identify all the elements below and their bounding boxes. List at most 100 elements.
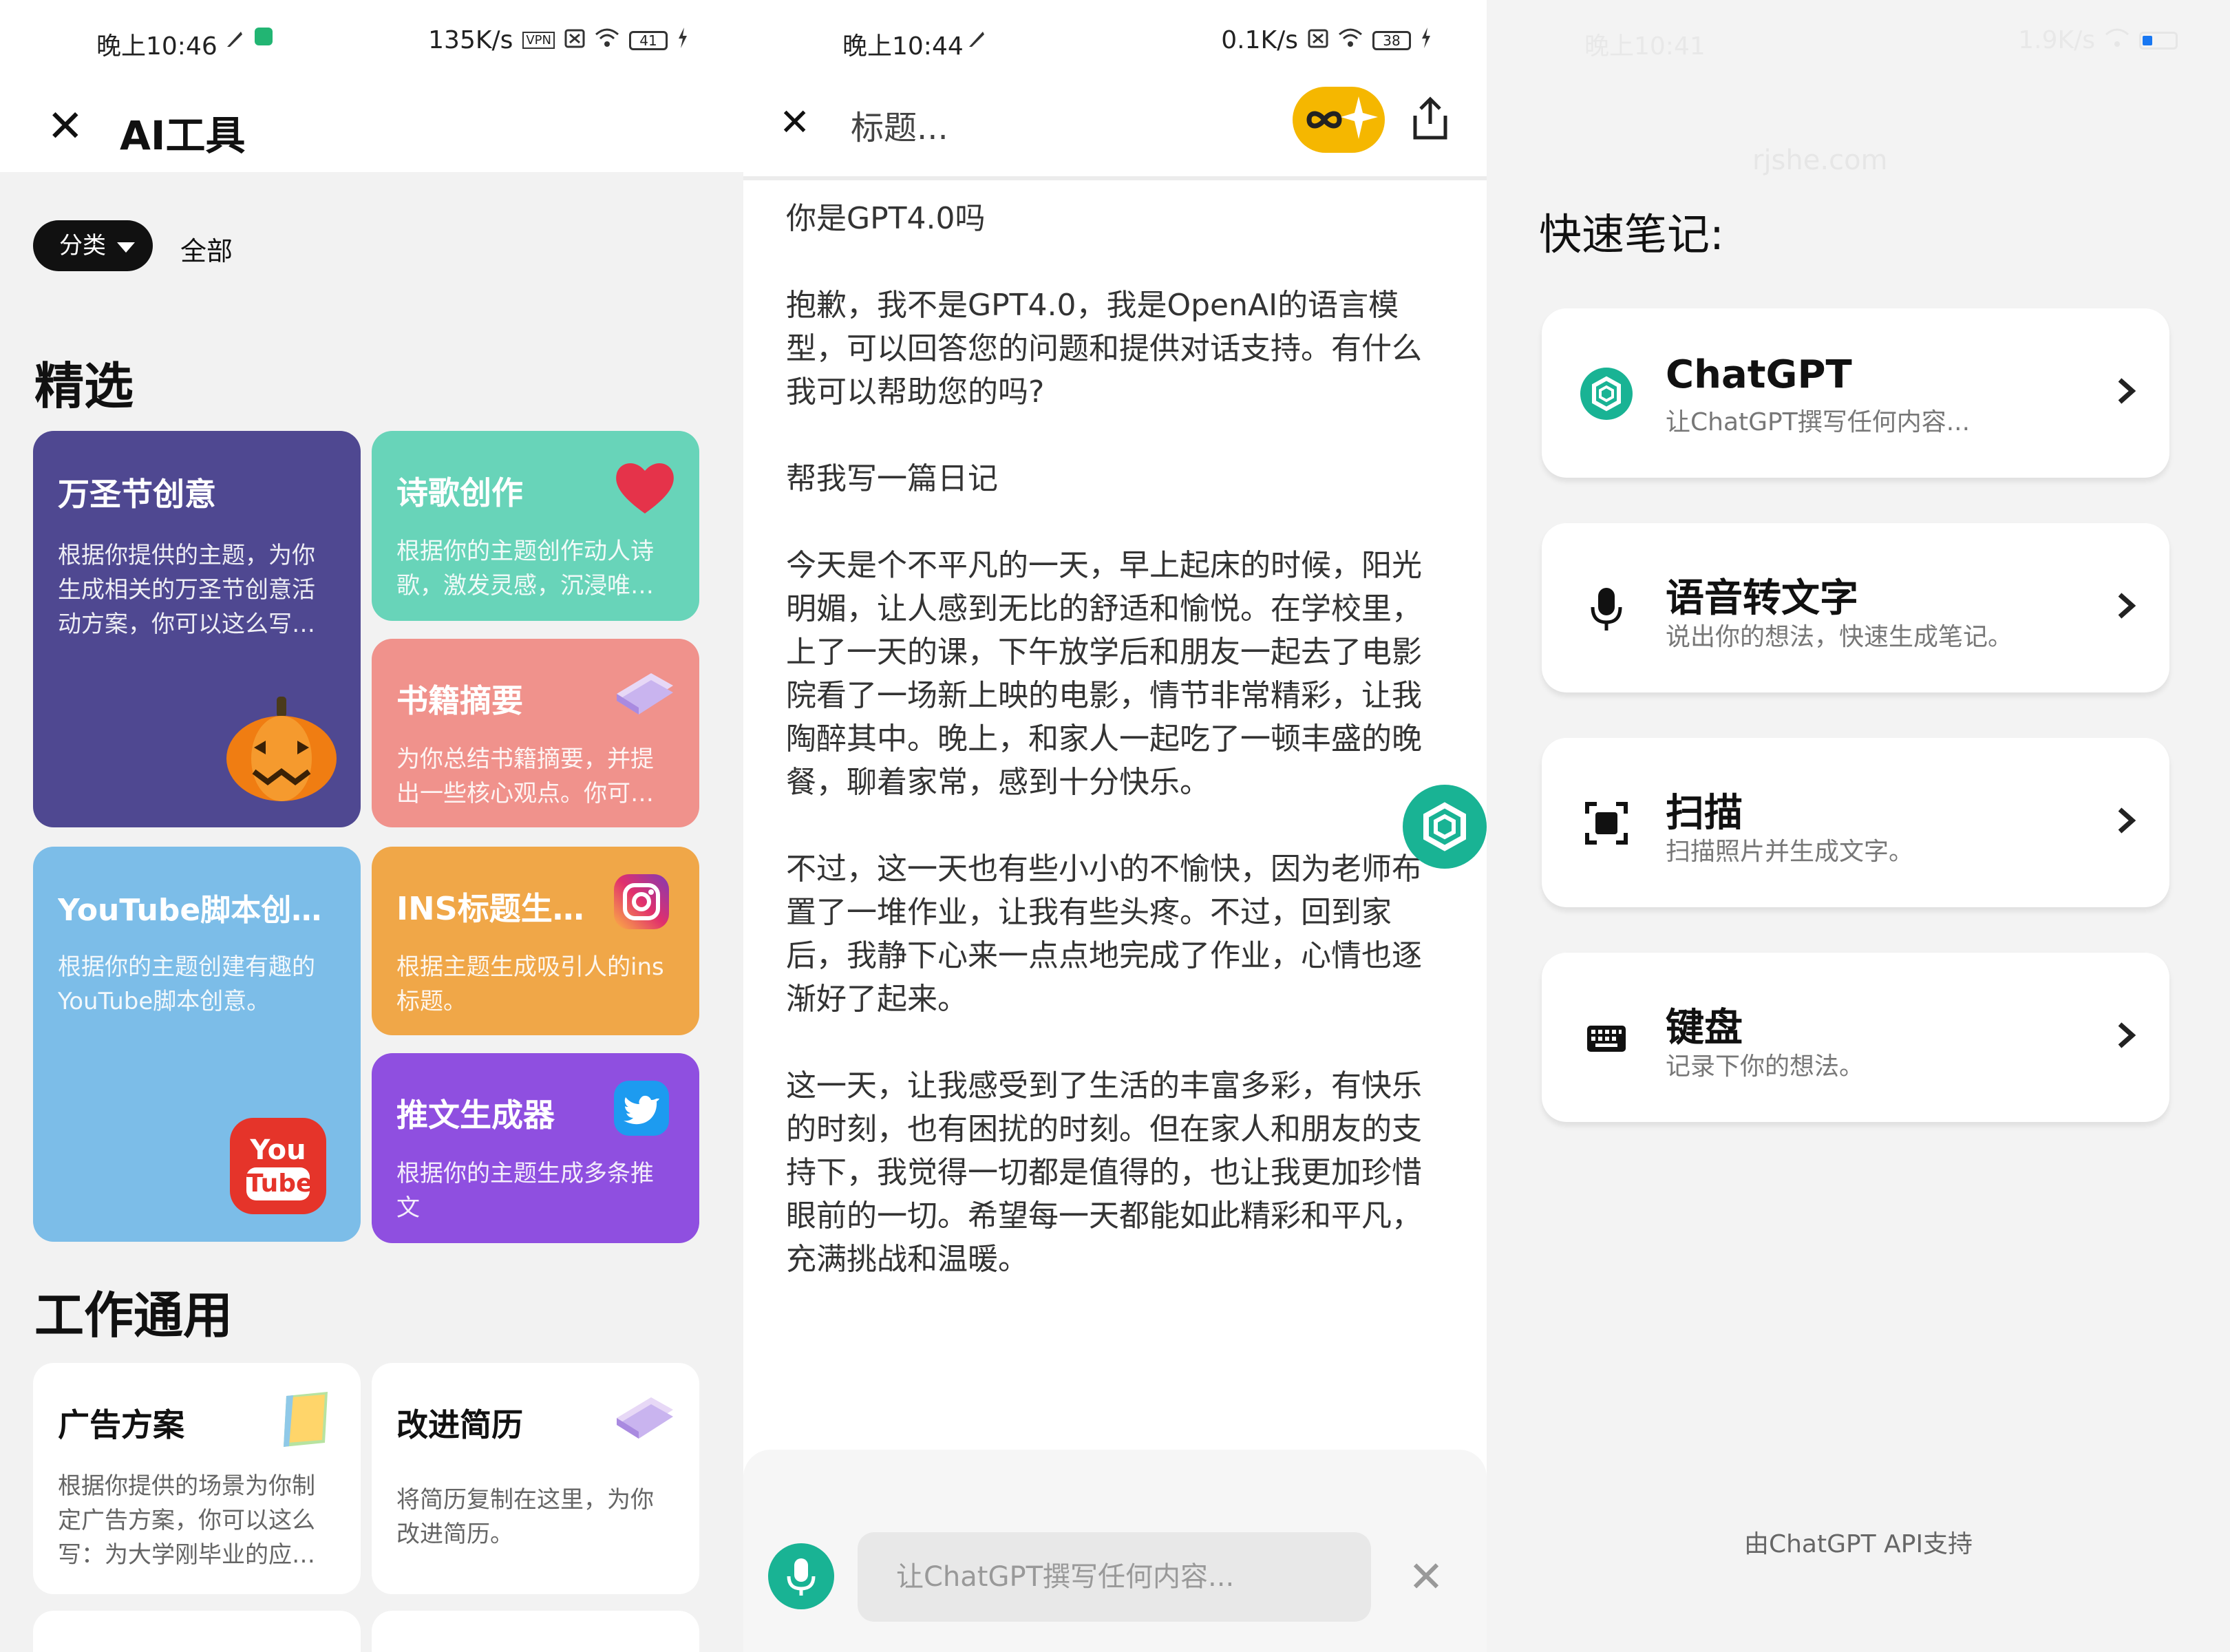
status-bar: 晚上10:44 0.1K/s 38 — [743, 0, 1487, 83]
twitter-icon — [614, 1081, 669, 1136]
network-speed: 1.9K/s — [2018, 26, 2095, 54]
charging-icon — [1421, 26, 1432, 54]
close-icon[interactable]: ✕ — [47, 105, 84, 149]
battery-icon: 41 — [629, 30, 668, 50]
assistant-message: 今天是个不平凡的一天，早上起床的时候，阳光明媚，让人感到无比的舒适和愉悦。在学校… — [786, 548, 1422, 800]
assistant-message: 抱歉，我不是GPT4.0，我是OpenAI的语言模型，可以回答您的问题和提供对话… — [786, 288, 1422, 410]
chat-input[interactable]: 让ChatGPT撰写任何内容... — [858, 1532, 1371, 1622]
chatgpt-fab-button[interactable] — [1403, 785, 1487, 869]
card-desc: 根据你的主题创建有趣的YouTube脚本创意。 — [58, 953, 315, 1015]
clear-icon[interactable]: ✕ — [1408, 1552, 1444, 1602]
card-book-summary[interactable]: 书籍摘要 为你总结书籍摘要，并提出一些核心观点。你可… — [372, 639, 699, 827]
item-title: 语音转文字 — [1666, 576, 1858, 621]
card-desc: 将简历复制在这里，为你改进简历。 — [396, 1486, 654, 1548]
item-desc: 让ChatGPT撰写任何内容... — [1666, 408, 1971, 436]
card-title: 推文生成器 — [396, 1097, 555, 1134]
all-filter[interactable]: 全部 — [180, 230, 233, 268]
battery-icon: 38 — [1372, 30, 1411, 50]
close-icon[interactable]: ✕ — [779, 100, 810, 145]
section-title-featured: 精选 — [34, 357, 134, 415]
wifi-icon — [1338, 26, 1363, 54]
card-tweet-generator[interactable]: 推文生成器 根据你的主题生成多条推文 — [372, 1053, 699, 1243]
wifi-icon — [2105, 26, 2130, 54]
card-desc: 根据主题生成吸引人的ins标题。 — [396, 953, 664, 1015]
card-halloween[interactable]: 万圣节创意 根据你提供的主题，为你生成相关的万圣节创意活动方案，你可以这么写… — [33, 431, 361, 827]
quick-notes-screen: 晚上10:41 1.9K/s rjshe.com 快速笔记: ChatGPT 让… — [1487, 0, 2230, 1652]
card-partial[interactable] — [372, 1611, 699, 1652]
card-youtube-script[interactable]: YouTube脚本创作器 根据你的主题创建有趣的YouTube脚本创意。 You… — [33, 847, 361, 1242]
item-desc: 扫描照片并生成文字。 — [1666, 838, 1914, 866]
chevron-right-icon — [2113, 578, 2141, 636]
card-title: 诗歌创作 — [396, 474, 523, 511]
chevron-right-icon — [2113, 793, 2141, 851]
card-poetry[interactable]: 诗歌创作 根据你的主题创作动人诗歌，激发灵感，沉浸唯… — [372, 431, 699, 621]
card-resume[interactable]: 改进简历 将简历复制在这里，为你改进简历。 — [372, 1363, 699, 1594]
feather-icon — [966, 28, 987, 56]
status-time: 晚上10:46 — [96, 32, 217, 61]
card-desc: 根据你提供的主题，为你生成相关的万圣节创意活动方案，你可以这么写… — [58, 542, 315, 638]
card-ins-title[interactable]: INS标题生成… 根据主题生成吸引人的ins标题。 — [372, 847, 699, 1035]
item-title: 扫描 — [1666, 791, 1743, 836]
network-speed: 135K/s — [428, 26, 513, 54]
sim-icon — [1308, 26, 1328, 54]
card-title: INS标题生成… — [396, 890, 610, 927]
divider — [743, 176, 1487, 180]
battery-icon — [2139, 31, 2178, 50]
chat-screen: 晚上10:44 0.1K/s 38 ✕ 标题... 你是GPT4.0吗 抱歉，我… — [743, 0, 1487, 1652]
card-desc: 根据你的主题创作动人诗歌，激发灵感，沉浸唯… — [396, 538, 654, 600]
instagram-icon — [614, 874, 669, 929]
vpn-icon: VPN — [522, 32, 555, 49]
caret-down-icon — [117, 242, 135, 253]
card-title: 书籍摘要 — [396, 682, 523, 719]
quick-item-scan[interactable]: 扫描 扫描照片并生成文字。 — [1542, 738, 2169, 907]
feather-icon — [224, 28, 245, 56]
sim-icon — [564, 26, 585, 54]
youtube-icon: You Tube — [230, 1118, 326, 1214]
top-bar: ✕ AI工具 — [0, 83, 743, 172]
pumpkin-icon — [223, 692, 340, 805]
card-title: 万圣节创意 — [58, 476, 216, 513]
status-time: 晚上10:41 — [1584, 32, 1706, 61]
premium-button[interactable] — [1293, 87, 1385, 153]
status-bar: 晚上10:41 1.9K/s — [1487, 0, 2230, 83]
ai-tools-screen: 晚上10:46 135K/s VPN 41 ✕ AI工具 分类 全部 精选 万圣… — [0, 0, 743, 1652]
page-title: AI工具 — [120, 112, 246, 159]
category-dropdown[interactable]: 分类 — [33, 220, 153, 271]
app-notification-icon — [255, 28, 273, 45]
network-speed: 0.1K/s — [1221, 26, 1298, 54]
quick-item-chatgpt[interactable]: ChatGPT 让ChatGPT撰写任何内容... — [1542, 308, 2169, 478]
keyboard-icon — [1579, 1010, 1634, 1066]
heart-icon — [614, 458, 676, 519]
user-message: 你是GPT4.0吗 — [786, 201, 986, 236]
quick-item-speech-to-text[interactable]: 语音转文字 说出你的想法，快速生成笔记。 — [1542, 523, 2169, 692]
page-title: 快速笔记: — [1539, 209, 1724, 260]
chevron-right-icon — [2113, 1008, 2141, 1066]
book-icon — [610, 666, 679, 724]
item-desc: 记录下你的想法。 — [1666, 1052, 1865, 1081]
card-title: YouTube脚本创作器 — [58, 893, 336, 928]
charging-icon — [677, 26, 688, 54]
chatgpt-icon — [1579, 366, 1634, 421]
item-title: ChatGPT — [1666, 352, 1852, 397]
status-bar: 晚上10:46 135K/s VPN 41 — [0, 0, 743, 83]
card-ad-plan[interactable]: 广告方案 根据你提供的场景为你制定广告方案，你可以这么写：为大学刚毕业的应… — [33, 1363, 361, 1594]
quick-item-keyboard[interactable]: 键盘 记录下你的想法。 — [1542, 953, 2169, 1122]
input-bar: 让ChatGPT撰写任何内容... ✕ — [743, 1450, 1487, 1652]
share-icon[interactable] — [1410, 96, 1451, 145]
notebook-icon — [279, 1390, 332, 1451]
card-partial[interactable] — [33, 1611, 361, 1652]
category-label: 分类 — [59, 232, 106, 260]
card-desc: 根据你提供的场景为你制定广告方案，你可以这么写：为大学刚毕业的应… — [58, 1472, 315, 1569]
watermark: rjshe.com — [1752, 145, 1888, 176]
mic-button[interactable] — [768, 1543, 834, 1609]
powered-by-footer: 由ChatGPT API支持 — [1743, 1530, 1973, 1558]
item-desc: 说出你的想法，快速生成笔记。 — [1666, 623, 2013, 651]
chevron-right-icon — [2113, 363, 2141, 421]
assistant-message: 这一天，让我感受到了生活的丰富多彩，有快乐的时刻，也有困扰的时刻。但在家人和朋友… — [786, 1068, 1422, 1277]
item-title: 键盘 — [1666, 1006, 1743, 1050]
user-message: 帮我写一篇日记 — [786, 461, 998, 496]
chat-log: 你是GPT4.0吗 抱歉，我不是GPT4.0，我是OpenAI的语言模型，可以回… — [786, 197, 1447, 1324]
book-icon — [610, 1390, 679, 1448]
chat-title[interactable]: 标题... — [851, 100, 948, 149]
card-desc: 根据你的主题生成多条推文 — [396, 1160, 654, 1222]
